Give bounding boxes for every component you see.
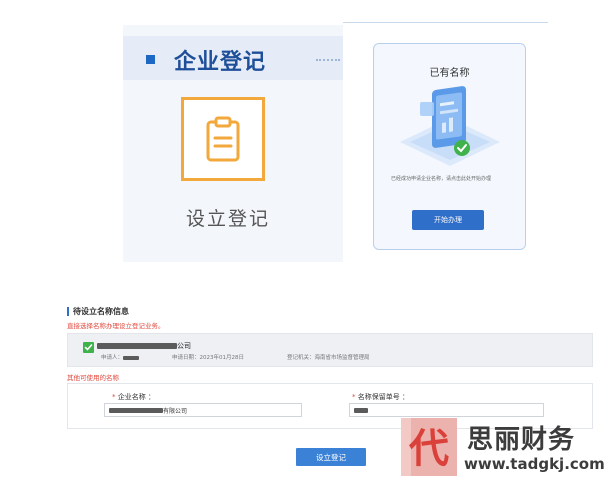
apply-date: 申请日期：2023年01月28日 [172, 355, 244, 361]
redacted-text [109, 407, 163, 413]
pending-section-title: 待设立名称信息 [73, 307, 129, 316]
redacted-text [354, 407, 368, 413]
required-mark: * [352, 393, 356, 401]
other-names-title: 其他可使用的名称 [67, 374, 119, 382]
company-name-label: * 企业名称 ： [112, 393, 155, 401]
setup-registration-label[interactable]: 设立登记 [186, 204, 270, 231]
reservation-number-label: * 名称保留单号 ： [352, 393, 409, 401]
name-checkbox[interactable] [83, 342, 94, 353]
setup-registration-option[interactable] [181, 97, 265, 181]
start-processing-button[interactable]: 开始办理 [412, 210, 484, 230]
watermark-logo-char: 代 [408, 426, 449, 472]
registration-title: 企业登记 [174, 50, 267, 75]
existing-name-title: 已有名称 [429, 68, 470, 79]
header-dotted-divider [316, 59, 340, 61]
redacted-text [97, 343, 177, 349]
header-marker-icon [146, 55, 155, 64]
applicant-info: 申请人： [101, 353, 140, 361]
redacted-text [123, 355, 140, 360]
reservation-number-input[interactable] [349, 403, 544, 417]
top-divider [343, 22, 548, 23]
company-name-input[interactable]: 有限公司 [104, 403, 302, 417]
setup-registration-button[interactable]: 设立登记 [296, 448, 366, 466]
checkmark-icon [84, 344, 93, 351]
existing-name-description: 已经成功申请企业名称，请点击此处开始办理 [391, 176, 492, 182]
watermark-logo: 代 [401, 418, 457, 476]
phone-check-illustration [400, 86, 500, 166]
watermark-url: www.tadgkj.com [464, 455, 605, 473]
required-mark: * [112, 393, 116, 401]
pending-company-name: 公司 [97, 341, 191, 351]
pending-section-hint: 直接选择名称办理设立登记业务。 [67, 322, 165, 330]
section-marker [67, 307, 69, 316]
clipboard-icon [206, 116, 240, 162]
watermark-brand: 思丽财务 [467, 425, 576, 455]
registration-authority: 登记机关：海南省市场监督管理局 [287, 355, 370, 361]
